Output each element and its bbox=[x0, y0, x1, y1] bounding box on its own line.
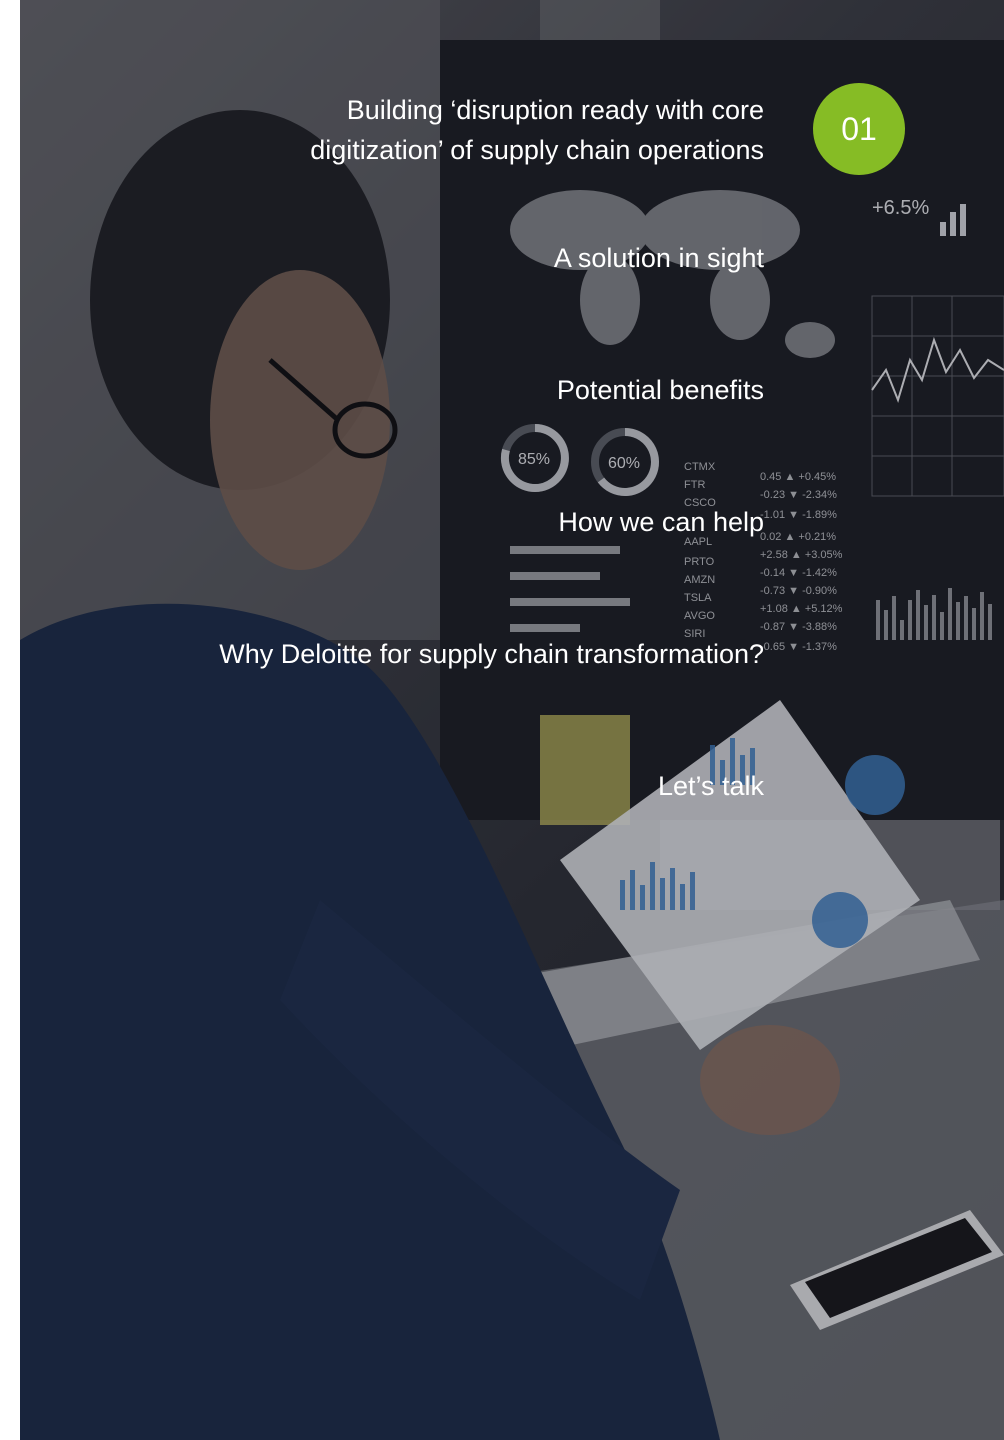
toc-item-how-we-can-help[interactable]: How we can help bbox=[558, 502, 764, 542]
toc-item-solution-in-sight[interactable]: A solution in sight bbox=[554, 238, 764, 278]
photo-dark-overlay bbox=[20, 0, 1004, 1440]
section-number-badge: 01 bbox=[813, 83, 905, 175]
toc-item-disruption-ready-line2[interactable]: digitization’ of supply chain operations bbox=[310, 130, 764, 170]
page: 85% 60% CTMX 0.45 ▲ +0.45% FTR -0.23 ▼ -2.… bbox=[0, 0, 1004, 1440]
toc-item-potential-benefits[interactable]: Potential benefits bbox=[557, 370, 764, 410]
toc-item-disruption-ready-line1[interactable]: Building ‘disruption ready with core bbox=[347, 90, 764, 130]
toc-item-why-deloitte[interactable]: Why Deloitte for supply chain transforma… bbox=[219, 634, 764, 674]
toc-item-lets-talk[interactable]: Let’s talk bbox=[658, 766, 764, 806]
